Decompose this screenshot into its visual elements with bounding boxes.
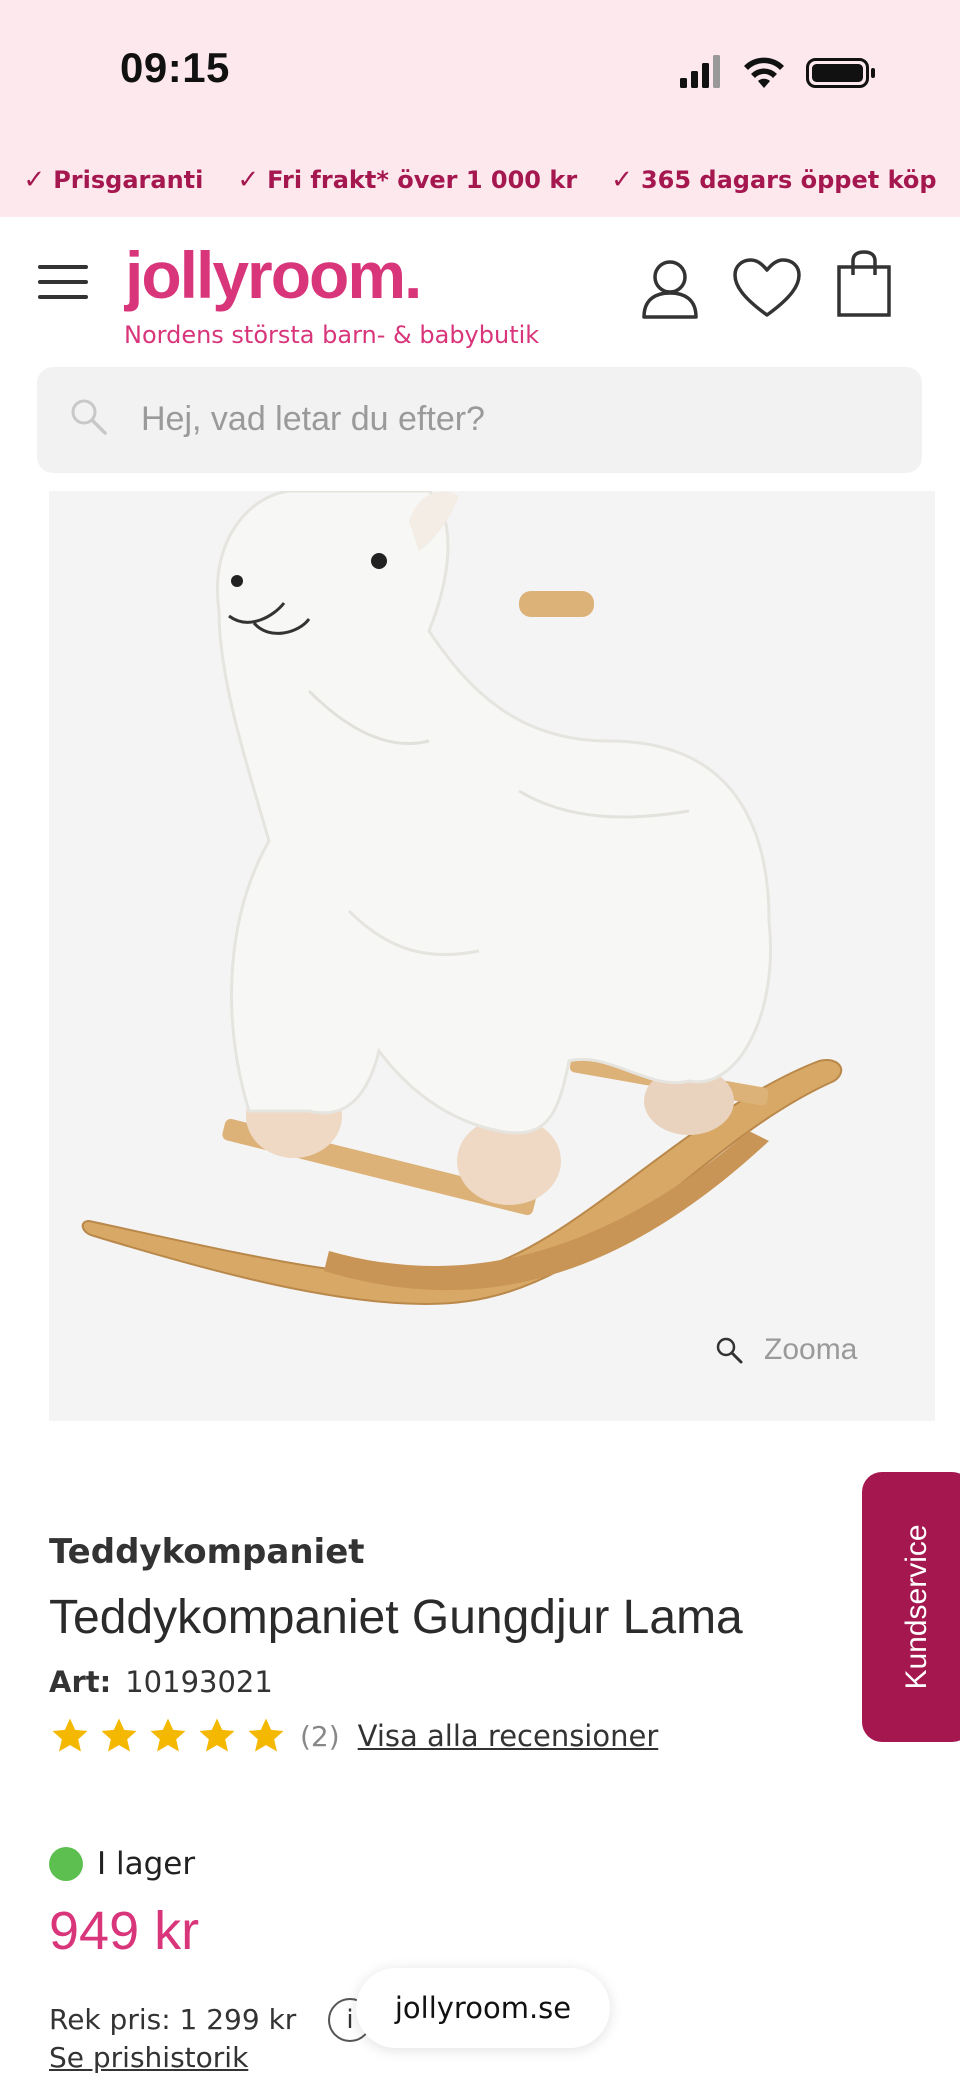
search-input[interactable]: Hej, vad letar du efter?: [141, 400, 485, 439]
usp-label: 365 dagars öppet köp: [640, 166, 937, 194]
kundservice-label: Kundservice: [900, 1524, 933, 1690]
product-rating: (2) Visa alla recensioner: [49, 1716, 658, 1756]
usp-item: ✓ Prisgaranti: [23, 165, 203, 195]
account-icon[interactable]: [640, 257, 700, 321]
show-reviews-link[interactable]: Visa alla recensioner: [358, 1719, 659, 1753]
signal-icon: [680, 55, 720, 88]
search-bar[interactable]: Hej, vad letar du efter?: [37, 367, 922, 473]
usp-item: ✓ 365 dagars öppet köp: [611, 165, 936, 195]
rocking-llama-image: [81, 491, 843, 1305]
usp-label: Fri frakt* över 1 000 kr: [267, 166, 578, 194]
usp-item: ✓ Fri frakt* över 1 000 kr: [237, 165, 577, 195]
search-icon: [71, 399, 107, 435]
url-text: jollyroom.se: [394, 1991, 572, 2025]
product-brand[interactable]: Teddykompaniet: [49, 1532, 365, 1572]
menu-icon[interactable]: [38, 265, 88, 305]
star-icon: [52, 1718, 88, 1752]
stock-label: I lager: [97, 1846, 196, 1882]
product-price: 949 kr: [49, 1901, 200, 1961]
article-label: Art:: [49, 1665, 112, 1699]
zoom-button[interactable]: Zooma: [714, 1333, 857, 1367]
magnifier-icon: [716, 1337, 743, 1364]
site-header: jollyroom. Nordens största barn- & babyb…: [0, 217, 960, 367]
top-banner: 09:15 ✓ Prisgaranti ✓ Fri frakt* över 1 …: [0, 0, 960, 217]
recommended-price: Rek pris: 1 299 kr: [49, 2003, 297, 2036]
status-icons: [680, 55, 875, 88]
wifi-icon: [744, 57, 784, 88]
status-time: 09:15: [120, 44, 230, 91]
star-icon: [248, 1718, 284, 1752]
usp-label: Prisgaranti: [53, 166, 204, 194]
in-stock-dot-icon: [49, 1847, 83, 1881]
site-tagline: Nordens största barn- & babybutik: [124, 321, 540, 349]
review-count: (2): [300, 1719, 340, 1753]
check-icon: ✓: [237, 165, 260, 195]
product-title: Teddykompaniet Gungdjur Lama: [49, 1591, 743, 1644]
article-value: 10193021: [125, 1665, 273, 1699]
star-icon: [101, 1718, 137, 1752]
heart-icon[interactable]: [732, 257, 802, 321]
star-icon: [150, 1718, 186, 1752]
product-image[interactable]: Zooma: [49, 491, 935, 1421]
site-logo[interactable]: jollyroom.: [125, 237, 422, 313]
check-icon: ✓: [611, 165, 633, 195]
zoom-label: Zooma: [764, 1333, 858, 1366]
stock-status: I lager: [49, 1846, 195, 1882]
check-icon: ✓: [23, 165, 46, 195]
shopping-bag-icon[interactable]: [836, 249, 892, 319]
price-history-link[interactable]: Se prishistorik: [49, 2041, 248, 2074]
kundservice-button[interactable]: Kundservice: [862, 1472, 960, 1742]
battery-icon: [806, 58, 875, 88]
star-icon: [199, 1718, 235, 1752]
browser-url-pill[interactable]: jollyroom.se: [356, 1968, 610, 2048]
usp-row: ✓ Prisgaranti ✓ Fri frakt* över 1 000 kr…: [0, 165, 960, 195]
article-number: Art: 10193021: [49, 1665, 273, 1699]
